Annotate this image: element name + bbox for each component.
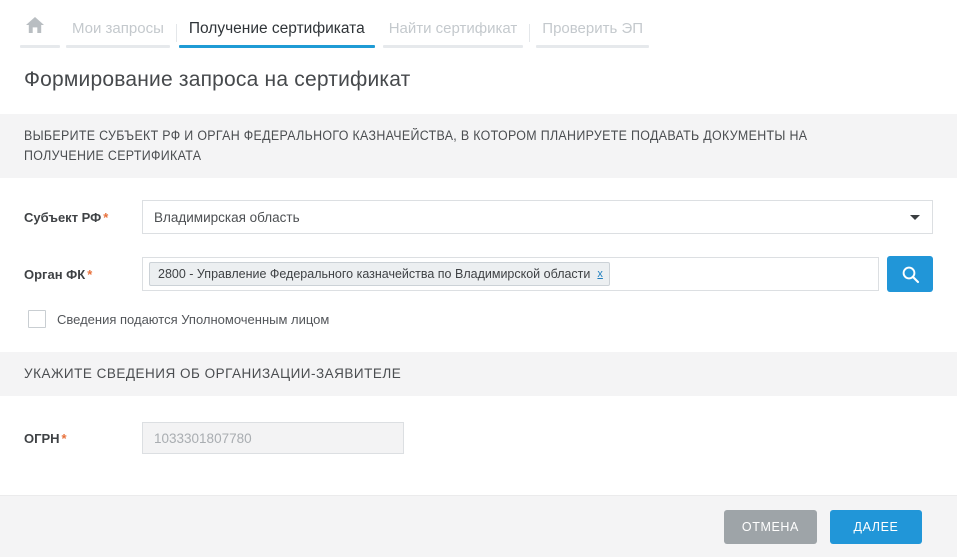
fk-search-button[interactable] xyxy=(887,256,933,292)
fk-label-text: Орган ФК xyxy=(24,266,86,282)
fk-token-input[interactable]: 2800 - Управление Федерального казначейс… xyxy=(142,257,879,291)
tab-underline xyxy=(66,45,170,48)
organization-section-title: УКАЖИТЕ СВЕДЕНИЯ ОБ ОРГАНИЗАЦИИ-ЗАЯВИТЕЛ… xyxy=(24,366,402,381)
tab-label: Найти сертификат xyxy=(388,20,518,37)
authorized-person-checkbox-row[interactable]: Сведения подаются Уполномоченным лицом xyxy=(24,310,933,328)
organization-section-band: УКАЖИТЕ СВЕДЕНИЯ ОБ ОРГАНИЗАЦИИ-ЗАЯВИТЕЛ… xyxy=(0,352,957,396)
ogrn-label: ОГРН * xyxy=(24,431,142,446)
subject-row: Субъект РФ * Владимирская область xyxy=(24,200,933,234)
tab-label: Проверить ЭП xyxy=(542,20,644,37)
search-icon xyxy=(902,266,919,283)
subject-control: Владимирская область xyxy=(142,200,933,234)
tab-underline xyxy=(382,45,524,48)
top-tab-bar: Мои запросы Получение сертификата Найти … xyxy=(0,0,957,48)
tab-underline-active xyxy=(178,45,375,48)
authorized-person-checkbox[interactable] xyxy=(28,310,46,328)
tab-find-certificate[interactable]: Найти сертификат xyxy=(377,21,530,48)
fk-control: 2800 - Управление Федерального казначейс… xyxy=(142,256,933,292)
ogrn-label-text: ОГРН xyxy=(24,430,60,446)
home-icon[interactable] xyxy=(18,8,52,42)
ogrn-row: ОГРН * xyxy=(24,422,933,454)
tab-underline xyxy=(536,45,650,48)
subject-label: Субъект РФ * xyxy=(24,210,142,225)
region-form-area: Субъект РФ * Владимирская область Орган Ф… xyxy=(0,200,957,328)
fk-token-text: 2800 - Управление Федерального казначейс… xyxy=(158,267,591,281)
chevron-down-icon xyxy=(910,215,920,220)
subject-required-marker: * xyxy=(103,209,109,225)
tab-label: Мои запросы xyxy=(72,20,164,37)
subject-selected-value: Владимирская область xyxy=(154,209,300,225)
ogrn-input[interactable] xyxy=(142,422,404,454)
form-footer: ОТМЕНА ДАЛЕЕ xyxy=(0,495,957,557)
close-icon[interactable]: x xyxy=(597,268,603,280)
region-section-band: ВЫБЕРИТЕ СУБЪЕКТ РФ И ОРГАН ФЕДЕРАЛЬНОГО… xyxy=(0,114,957,178)
cancel-button[interactable]: ОТМЕНА xyxy=(723,509,817,544)
ogrn-required-marker: * xyxy=(61,430,67,446)
fk-required-marker: * xyxy=(87,266,93,282)
tab-get-certificate[interactable]: Получение сертификата xyxy=(177,21,377,48)
authorized-person-label[interactable]: Сведения подаются Уполномоченным лицом xyxy=(57,312,329,327)
fk-row: Орган ФК * 2800 - Управление Федерального… xyxy=(24,256,933,292)
subject-label-text: Субъект РФ xyxy=(24,209,102,225)
fk-selected-token: 2800 - Управление Федерального казначейс… xyxy=(149,262,610,286)
next-button[interactable]: ДАЛЕЕ xyxy=(830,509,922,544)
fk-label: Орган ФК * xyxy=(24,267,142,282)
tab-my-requests[interactable]: Мои запросы xyxy=(60,21,176,48)
tab-label: Получение сертификата xyxy=(188,20,365,37)
organization-form-area: ОГРН * xyxy=(0,422,957,454)
subject-select[interactable]: Владимирская область xyxy=(142,200,933,234)
home-tab-underline xyxy=(20,45,60,48)
tab-verify-signature[interactable]: Проверить ЭП xyxy=(530,21,655,48)
ogrn-control xyxy=(142,422,933,454)
region-section-title: ВЫБЕРИТЕ СУБЪЕКТ РФ И ОРГАН ФЕДЕРАЛЬНОГО… xyxy=(24,128,808,163)
page-title: Формирование запроса на сертификат xyxy=(24,68,411,91)
